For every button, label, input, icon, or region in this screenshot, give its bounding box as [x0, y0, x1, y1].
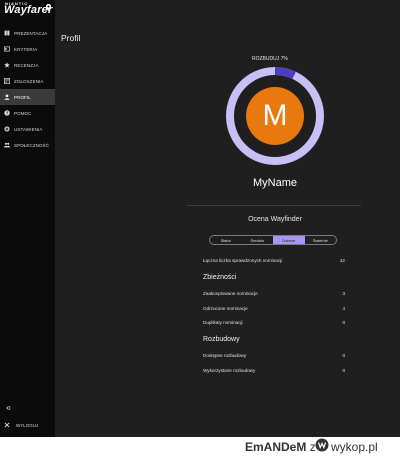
stat-row-total: Łączna liczba sprawdzonych nominacji 42 [203, 258, 345, 263]
sidebar-item-label: SPOŁECZNOŚĆ [14, 142, 50, 148]
rating-title: Ocena Wayfinder [248, 216, 302, 223]
section-title-agreements: Zbieżności [203, 274, 237, 281]
wykop-logo-icon [315, 438, 329, 452]
sidebar-item-ustawienia[interactable]: USTAWIENIA [0, 121, 55, 137]
sidebar-item-kryteria[interactable]: KRYTERIA [0, 41, 55, 57]
divider [187, 205, 361, 206]
sidebar-item-label: KRYTERIA [14, 46, 38, 52]
id-card-icon [4, 46, 10, 52]
avatar[interactable]: M [246, 87, 304, 145]
page-title: Profil [61, 33, 81, 43]
close-icon [4, 422, 10, 428]
star-icon [4, 62, 10, 68]
stat-label: Duplikaty nominacji [203, 320, 243, 325]
stat-row-duplicates: Duplikaty nominacji 0 [203, 320, 345, 325]
app-window: NIANTIC Wayfarer PREZENTACJA KRYTERIA RE… [0, 0, 400, 437]
sidebar-item-label: PROFIL [14, 94, 31, 100]
stat-row-accepted: Zaakceptowane nominacje 3 [203, 291, 345, 296]
stat-row-used-upgrades: Wykorzystane rozbudowy 0 [203, 368, 345, 373]
stat-value: 0 [342, 368, 345, 373]
watermark-author: EmANDeM z [245, 440, 316, 454]
book-icon [4, 30, 10, 36]
stat-value: 0 [342, 353, 345, 358]
collapse-sidebar-icon[interactable] [5, 405, 11, 411]
help-icon: ? [4, 110, 10, 116]
upgrade-progress-label: ROZBUDUJ 7% [252, 56, 288, 62]
stat-label: Wykorzystane rozbudowy [203, 368, 256, 373]
sidebar-item-label: USTAWIENIA [14, 126, 43, 132]
sidebar: NIANTIC Wayfarer PREZENTACJA KRYTERIA RE… [0, 0, 55, 437]
sidebar-item-label: PREZENTACJA [14, 30, 48, 36]
people-icon [4, 142, 10, 148]
stat-label: Dostępne rozbudowy [203, 353, 247, 358]
svg-text:?: ? [6, 111, 9, 116]
sidebar-nav: PREZENTACJA KRYTERIA RECENZJA ZGŁOSZENIA… [0, 25, 55, 153]
inbox-icon [4, 78, 10, 84]
watermark-site: wykop.pl [331, 440, 378, 454]
rating-level-dobrze[interactable]: Dobrze [273, 236, 305, 244]
stat-label: Łączna liczba sprawdzonych nominacji [203, 258, 283, 263]
sidebar-item-zgloszenia[interactable]: ZGŁOSZENIA [0, 73, 55, 89]
person-icon [4, 94, 10, 100]
stat-row-rejected: Odrzucone nominacje 4 [203, 306, 345, 311]
sidebar-item-recenzja[interactable]: RECENZJA [0, 57, 55, 73]
sidebar-item-profil[interactable]: PROFIL [0, 89, 55, 105]
section-title-upgrades: Rozbudowy [203, 336, 240, 343]
stat-value: 4 [342, 306, 345, 311]
logout-button[interactable]: WYLOGUJ [4, 422, 38, 428]
stat-label: Odrzucone nominacje [203, 306, 248, 311]
sidebar-item-label: ZGŁOSZENIA [14, 78, 44, 84]
username: MyName [252, 177, 297, 189]
rating-level-swietnie[interactable]: Świetnie [305, 236, 337, 244]
location-pin-icon [46, 4, 51, 11]
rating-level-selector: Słabo Średnio Dobrze Świetnie [209, 235, 337, 245]
stat-value: 42 [339, 258, 345, 263]
stat-row-available-upgrades: Dostępne rozbudowy 0 [203, 353, 345, 358]
sidebar-item-spolecznosc[interactable]: SPOŁECZNOŚĆ [0, 137, 55, 153]
sidebar-item-pomoc[interactable]: ? POMOC [0, 105, 55, 121]
sidebar-item-prezentacja[interactable]: PREZENTACJA [0, 25, 55, 41]
sidebar-item-label: POMOC [14, 110, 32, 116]
logout-label: WYLOGUJ [16, 422, 39, 428]
stat-value: 0 [342, 320, 345, 325]
rating-level-slabo[interactable]: Słabo [210, 236, 242, 244]
gear-icon [4, 126, 10, 132]
stat-label: Zaakceptowane nominacje [203, 291, 258, 296]
rating-level-srednio[interactable]: Średnio [242, 236, 274, 244]
stat-value: 3 [342, 291, 345, 296]
sidebar-item-label: RECENZJA [14, 62, 39, 68]
